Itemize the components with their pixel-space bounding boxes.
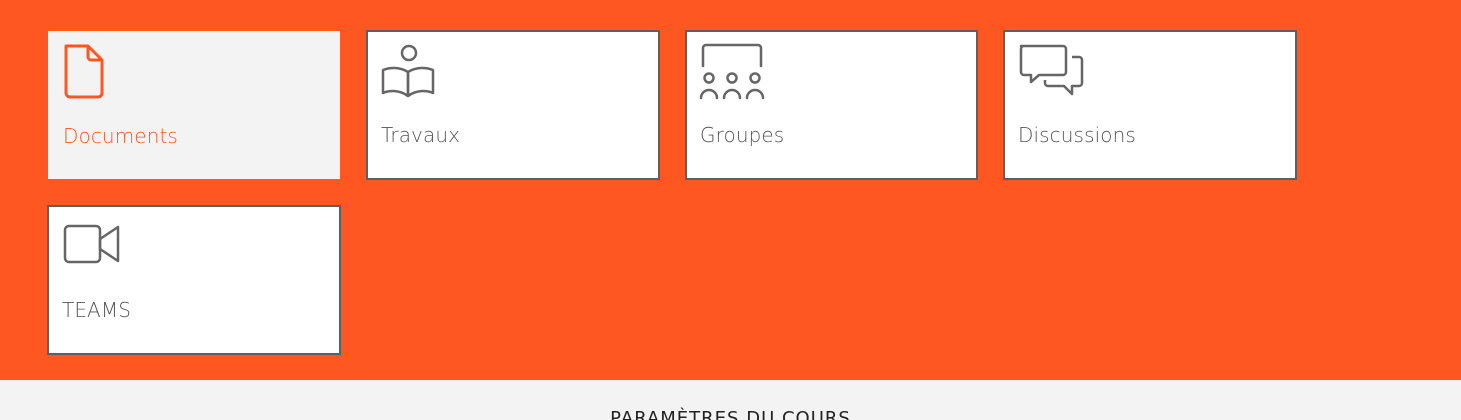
tool-label-teams: TEAMS	[62, 298, 131, 322]
reading-person-icon	[380, 42, 450, 100]
chat-bubbles-icon	[1017, 42, 1087, 100]
course-tools-panel: Documents Travaux Groupes Discussions TE…	[0, 0, 1461, 380]
tool-tile-documents[interactable]: Documents	[48, 31, 340, 179]
course-settings-title: PARAMÈTRES DU COURS	[610, 408, 851, 420]
document-icon	[62, 43, 132, 101]
tool-tile-groupes[interactable]: Groupes	[685, 30, 978, 180]
tool-tile-teams[interactable]: TEAMS	[47, 205, 341, 355]
group-board-icon	[699, 42, 769, 100]
tool-label-documents: Documents	[63, 124, 178, 148]
course-settings-section: PARAMÈTRES DU COURS	[0, 380, 1461, 420]
tool-tile-discussions[interactable]: Discussions	[1003, 30, 1297, 180]
tool-label-discussions: Discussions	[1018, 123, 1136, 147]
tool-label-travaux: Travaux	[381, 123, 461, 147]
tool-label-groupes: Groupes	[700, 123, 785, 147]
tool-tile-travaux[interactable]: Travaux	[366, 30, 660, 180]
video-camera-icon	[61, 217, 131, 275]
